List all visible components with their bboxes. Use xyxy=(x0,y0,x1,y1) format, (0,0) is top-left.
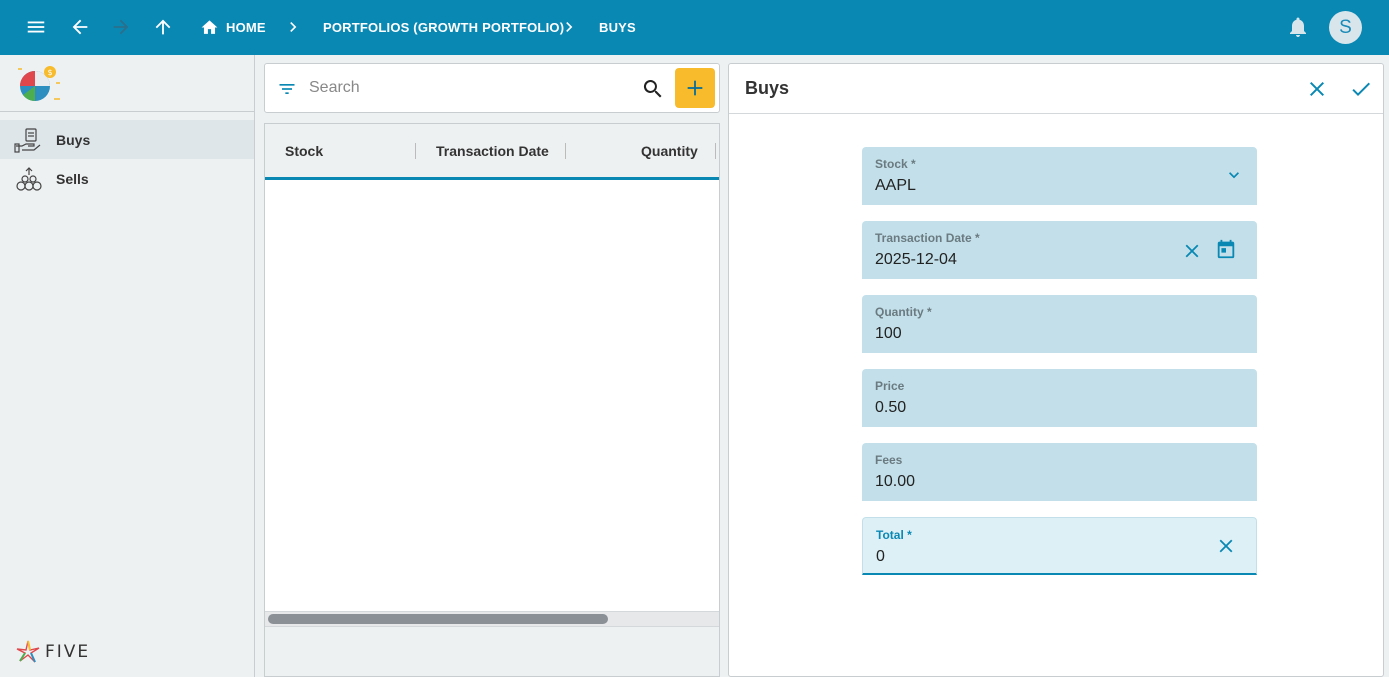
breadcrumb-buys[interactable]: BUYS xyxy=(599,0,636,55)
fees-field[interactable]: Fees 10.00 xyxy=(862,443,1257,501)
column-divider[interactable] xyxy=(715,143,716,159)
forward-arrow-icon[interactable] xyxy=(106,12,136,42)
search-icon[interactable] xyxy=(641,77,665,101)
five-logo-text: FIVE xyxy=(45,642,91,662)
field-label: Quantity * xyxy=(875,305,932,319)
plus-icon xyxy=(687,80,703,96)
stock-select[interactable]: Stock * AAPL xyxy=(862,147,1257,205)
five-logo: FIVE xyxy=(15,639,107,665)
field-label: Stock * xyxy=(875,157,916,171)
field-value: 10.00 xyxy=(875,473,916,490)
column-header-quantity[interactable]: Quantity xyxy=(641,124,698,177)
transaction-date-field[interactable]: Transaction Date * 2025-12-04 xyxy=(862,221,1257,279)
records-grid: Stock Transaction Date Quantity xyxy=(264,123,720,677)
five-logo-mark-icon xyxy=(16,640,40,663)
chevron-right-icon xyxy=(566,22,573,32)
sell-coins-icon xyxy=(16,166,42,191)
bell-icon[interactable] xyxy=(1286,15,1310,39)
column-header-stock[interactable]: Stock xyxy=(285,124,323,177)
price-field[interactable]: Price 0.50 xyxy=(862,369,1257,427)
portfolio-app-logo: $ xyxy=(18,66,60,101)
clear-icon[interactable] xyxy=(1181,240,1203,262)
field-value: AAPL xyxy=(875,177,916,194)
back-arrow-icon[interactable] xyxy=(65,12,95,42)
calendar-icon[interactable] xyxy=(1215,238,1237,260)
breadcrumb-portfolios-label: PORTFOLIOS (GROWTH PORTFOLIO) xyxy=(323,20,565,35)
logo-area: $ xyxy=(0,55,254,112)
sidebar-item-buys[interactable]: Buys xyxy=(0,120,254,159)
cancel-close-icon[interactable] xyxy=(1305,77,1329,101)
scrollbar-thumb[interactable] xyxy=(268,614,608,624)
form-header: Buys xyxy=(729,64,1383,114)
breadcrumb-home-label: HOME xyxy=(226,20,266,35)
breadcrumb-buys-label: BUYS xyxy=(599,20,636,35)
total-field[interactable]: Total * 0 xyxy=(862,517,1257,575)
field-label: Price xyxy=(875,379,905,393)
search-bar[interactable]: Search xyxy=(264,63,720,113)
field-label: Transaction Date * xyxy=(875,231,980,245)
save-check-icon[interactable] xyxy=(1349,77,1373,101)
form-title: Buys xyxy=(745,78,790,98)
sidebar-item-label: Sells xyxy=(56,170,89,187)
field-value: 100 xyxy=(875,325,902,342)
column-header-transaction-date[interactable]: Transaction Date xyxy=(436,124,549,177)
grid-footer xyxy=(265,627,719,676)
sidebar: $ Buys Sells FIVE xyxy=(0,55,255,677)
avatar[interactable]: S xyxy=(1329,11,1362,44)
up-arrow-icon[interactable] xyxy=(148,12,178,42)
search-input[interactable]: Search xyxy=(309,79,360,97)
quantity-field[interactable]: Quantity * 100 xyxy=(862,295,1257,353)
field-value: 0.50 xyxy=(875,399,907,416)
home-icon xyxy=(201,20,218,34)
horizontal-scrollbar[interactable] xyxy=(265,611,719,627)
column-divider[interactable] xyxy=(415,143,416,159)
sidebar-item-label: Buys xyxy=(56,131,91,148)
sidebar-item-sells[interactable]: Sells xyxy=(0,159,254,198)
field-value: 2025-12-04 xyxy=(875,251,957,268)
breadcrumb-home[interactable]: HOME xyxy=(200,0,266,55)
breadcrumb-portfolios[interactable]: PORTFOLIOS (GROWTH PORTFOLIO) xyxy=(323,0,564,55)
clear-icon[interactable] xyxy=(1215,535,1237,557)
field-label: Total * xyxy=(876,528,912,542)
menu-icon[interactable] xyxy=(21,12,51,42)
chevron-right-icon xyxy=(290,22,297,32)
record-form-panel: Buys Stock * AAPL Transaction Date * 202… xyxy=(728,63,1384,677)
chevron-down-icon[interactable] xyxy=(1224,165,1244,185)
buy-hand-icon xyxy=(14,127,41,153)
column-divider[interactable] xyxy=(565,143,566,159)
svg-text:$: $ xyxy=(47,68,52,77)
top-app-bar: HOME PORTFOLIOS (GROWTH PORTFOLIO) BUYS … xyxy=(0,0,1389,55)
add-record-button[interactable] xyxy=(675,68,715,108)
filter-icon[interactable] xyxy=(277,79,297,99)
field-value: 0 xyxy=(876,548,885,565)
grid-header: Stock Transaction Date Quantity xyxy=(265,124,719,180)
field-label: Fees xyxy=(875,453,903,467)
